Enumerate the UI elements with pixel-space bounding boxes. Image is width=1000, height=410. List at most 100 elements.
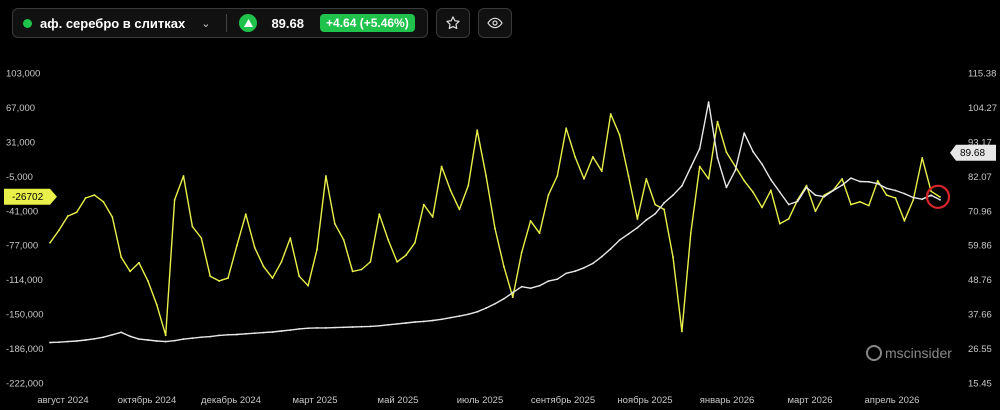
white-series-point: [147, 339, 149, 341]
white-series-point: [387, 323, 390, 326]
yellow-series-point: [574, 156, 576, 158]
white-series-point: [262, 331, 265, 334]
white-series-point: [405, 322, 407, 324]
yellow-series-point: [841, 177, 843, 180]
white-series-point: [645, 219, 648, 221]
yellow-series-point: [262, 265, 265, 268]
chart-frame: 103,000 67,000 31,000 -5,000 -41,000 -77,000 -…: [0, 0, 1000, 410]
white-series-point: [903, 192, 906, 195]
white-series-point: [770, 178, 772, 181]
yellow-series-point: [681, 330, 683, 333]
highlight-marker: [925, 184, 951, 209]
yellow-series-point: [155, 303, 158, 306]
yellow-series-point: [529, 219, 532, 222]
yellow-series-point: [120, 256, 123, 258]
yellow-series-point: [396, 260, 398, 263]
yellow-series-point: [538, 232, 541, 235]
yellow-series-point: [930, 190, 932, 193]
white-series-point: [253, 332, 256, 335]
white-series-point: [583, 266, 585, 269]
yellow-series-point: [84, 197, 87, 199]
white-series-point: [476, 310, 479, 313]
white-series-point: [485, 307, 487, 309]
white-series-point: [431, 319, 434, 322]
white-series-point: [556, 278, 559, 281]
white-series-point: [298, 327, 301, 330]
left-axis-tick-label: -186,000: [6, 344, 44, 355]
yellow-series-point: [360, 268, 363, 271]
yellow-series-point: [609, 113, 612, 115]
yellow-series-point: [333, 222, 336, 225]
divider: [226, 14, 228, 32]
white-series-point: [912, 196, 915, 199]
white-series-point: [930, 194, 932, 197]
yellow-series-point: [316, 248, 318, 251]
yellow-series-point: [289, 237, 292, 239]
yellow-series-point: [716, 120, 719, 123]
watermark-logo-icon: [866, 345, 882, 361]
watermark-text: mscinsider: [885, 345, 952, 361]
white-series-point: [236, 333, 238, 336]
chevron-down-icon: ⌄: [201, 17, 211, 30]
symbol-selector[interactable]: аф. серебро в слитках ⌄ 89.68 +4.64 (+5.…: [12, 8, 428, 38]
yellow-series-point: [307, 284, 309, 287]
white-series-point: [547, 280, 550, 282]
white-series-point: [663, 202, 665, 204]
right-axis-tick-label: 15.45: [968, 379, 992, 390]
yellow-series-point: [778, 222, 781, 225]
white-series-point: [520, 285, 523, 288]
yellow-series-point: [191, 225, 194, 228]
white-series-point: [102, 336, 105, 339]
x-axis-tick-label: октябрь 2024: [118, 395, 177, 406]
visibility-toggle-button[interactable]: [477, 8, 512, 38]
toolbar: аф. серебро в слитках ⌄ 89.68 +4.64 (+5.…: [12, 8, 512, 38]
favorite-button[interactable]: [435, 8, 470, 38]
white-series-point: [876, 182, 879, 185]
yellow-series-point: [698, 165, 701, 168]
yellow-series-point: [227, 277, 229, 279]
x-axis-tick-label: декабрь 2024: [201, 395, 261, 406]
yellow-series-point: [912, 198, 915, 201]
white-series-point: [761, 163, 763, 166]
yellow-series-point: [138, 261, 140, 264]
white-series-point: [529, 287, 532, 290]
yellow-series-point: [867, 204, 870, 207]
left-axis-tick-label: 67,000: [6, 103, 35, 114]
x-axis-tick-label: ноябрь 2025: [617, 395, 672, 406]
right-axis-tick-label: 59.86: [968, 241, 992, 252]
white-series-point: [867, 180, 870, 183]
yellow-series-point: [805, 184, 808, 187]
yellow-series-point: [200, 237, 203, 239]
yellow-series-point: [342, 239, 345, 241]
yellow-series-point: [236, 244, 238, 247]
yellow-series-point: [761, 206, 763, 209]
right-axis-tick-label: 82.07: [968, 172, 992, 183]
yellow-series-point: [645, 177, 648, 180]
right-axis-tick-label: 26.55: [968, 344, 992, 355]
white-series-point: [440, 318, 443, 321]
yellow-series-point: [627, 175, 630, 177]
white-series-point: [796, 200, 799, 203]
white-series-point: [84, 339, 87, 341]
white-series-point: [814, 194, 817, 197]
x-axis-tick-label: апрель 2026: [865, 395, 920, 406]
white-series-point: [218, 334, 221, 337]
white-series-point: [778, 191, 781, 193]
yellow-series-point: [850, 203, 852, 206]
arrow-up-icon: [239, 14, 258, 32]
yellow-series-point: [520, 251, 523, 254]
white-series-point: [458, 315, 461, 318]
x-axis-tick-label: март 2026: [787, 395, 832, 406]
yellow-series-point: [218, 280, 221, 282]
yellow-series-line: [49, 113, 941, 336]
yellow-series-point: [271, 277, 274, 279]
left-axis-tick-label: -114,000: [6, 275, 43, 286]
yellow-series-point: [351, 270, 354, 273]
symbol-name: аф. серебро в слитках: [40, 15, 186, 31]
yellow-series-point: [244, 213, 247, 216]
white-series-point: [627, 233, 630, 235]
yellow-series-point: [859, 200, 861, 203]
white-series-point: [618, 239, 621, 242]
yellow-series-point: [485, 175, 487, 177]
yellow-series-point: [182, 175, 185, 177]
